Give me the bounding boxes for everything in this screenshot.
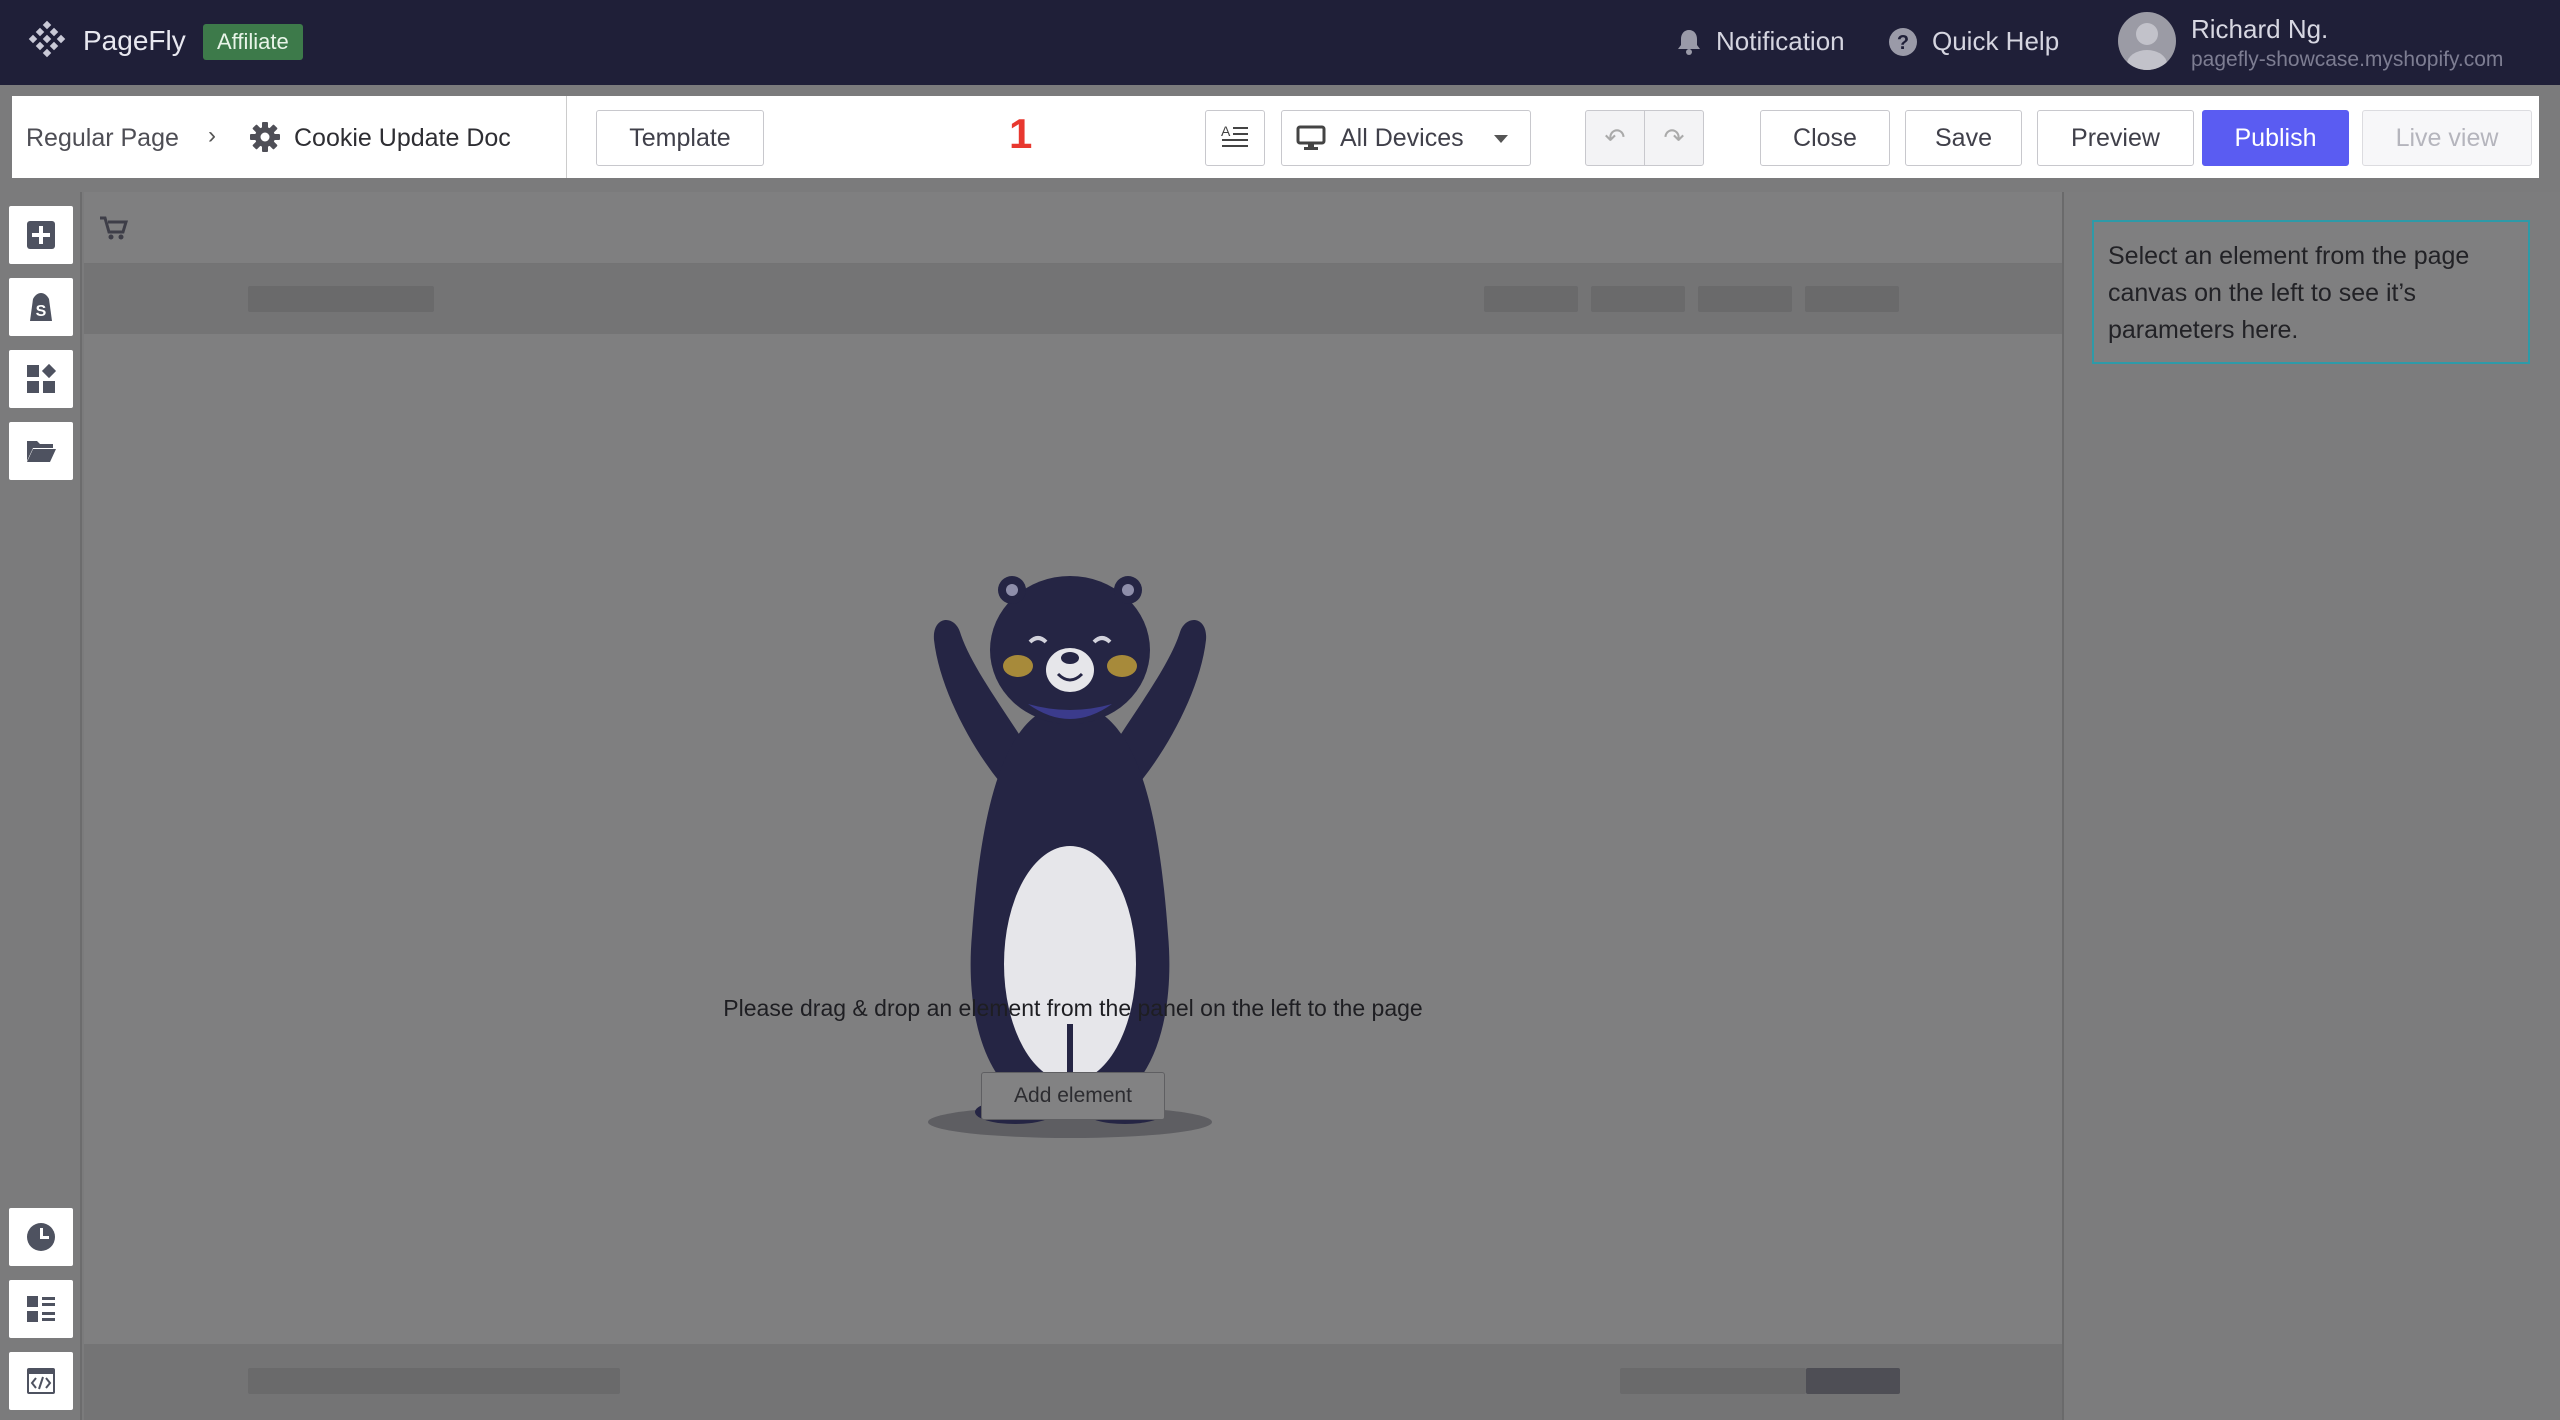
theme-header-placeholder	[84, 264, 2062, 334]
editor-toolbar: Regular Page › Cookie Update Doc Templat…	[12, 96, 2539, 178]
sidebar-item-add-element[interactable]	[9, 206, 73, 264]
close-button[interactable]: Close	[1760, 110, 1890, 166]
svg-text:S: S	[36, 303, 47, 320]
header-logo-placeholder	[248, 286, 434, 312]
publish-button[interactable]: Publish	[2202, 110, 2349, 166]
pagefly-logo-icon[interactable]	[26, 20, 68, 62]
canvas-top-strip	[84, 192, 2062, 264]
history-icon	[27, 1223, 55, 1251]
text-editor-button[interactable]: A	[1205, 110, 1265, 166]
add-element-icon	[27, 221, 55, 249]
text-format-icon: A	[1221, 123, 1248, 147]
sidebar-item-outline[interactable]	[9, 1280, 73, 1338]
breadcrumb-divider	[566, 96, 567, 178]
header-menu-placeholder	[1591, 286, 1685, 312]
widgets-icon	[27, 363, 57, 393]
bear-mascot-illustration	[928, 576, 1212, 1138]
top-navigation-bar: PageFly Affiliate Notification ? Quick H…	[0, 0, 2560, 85]
page-canvas[interactable]: Please drag & drop an element from the p…	[84, 192, 2062, 1420]
breadcrumb-page-name[interactable]: Cookie Update Doc	[294, 124, 511, 153]
left-sidebar: 2 S 3 4 5 6	[0, 192, 125, 1420]
annotation-marker-1: 1	[1009, 110, 1033, 157]
header-menu-placeholder	[1805, 286, 1899, 312]
notification-button[interactable]: Notification	[1676, 26, 1845, 57]
outline-icon	[27, 1296, 55, 1322]
footer-button-placeholder	[1806, 1368, 1900, 1394]
monitor-icon	[1296, 125, 1326, 150]
user-name[interactable]: Richard Ng.	[2191, 14, 2328, 45]
add-element-button[interactable]: Add element	[981, 1072, 1165, 1120]
sidebar-item-history[interactable]	[9, 1208, 73, 1266]
gear-icon[interactable]	[248, 120, 282, 154]
user-shop-domain: pagefly-showcase.myshopify.com	[2191, 48, 2504, 71]
user-avatar-icon	[2127, 23, 2167, 70]
sidebar-item-widgets[interactable]	[9, 350, 73, 408]
theme-footer-placeholder	[84, 1344, 2062, 1420]
brand-name: PageFly	[83, 25, 186, 56]
shopify-icon: S	[30, 293, 52, 321]
sidebar-item-pages[interactable]	[9, 422, 73, 480]
properties-panel: Select an element from the page canvas o…	[2062, 192, 2560, 1420]
notification-label: Notification	[1716, 26, 1845, 56]
sidebar-item-custom-code[interactable]	[9, 1352, 73, 1410]
sidebar-item-shopify[interactable]: S	[9, 278, 73, 336]
footer-links-placeholder	[1620, 1368, 1806, 1394]
svg-text:?: ?	[1897, 32, 1909, 54]
bell-icon	[1678, 29, 1700, 55]
header-menu-placeholder	[1484, 286, 1578, 312]
breadcrumb-page-type[interactable]: Regular Page	[26, 124, 179, 153]
svg-text:A: A	[1221, 123, 1231, 139]
redo-button[interactable]: ↷	[1644, 110, 1704, 166]
properties-empty-info: Select an element from the page canvas o…	[2092, 220, 2530, 364]
empty-canvas-message: Please drag & drop an element from the p…	[723, 995, 1423, 1021]
affiliate-badge[interactable]: Affiliate	[203, 24, 303, 60]
undo-button[interactable]: ↶	[1585, 110, 1645, 166]
quick-help-button[interactable]: ? Quick Help	[1888, 26, 2059, 57]
quick-help-label: Quick Help	[1932, 26, 2060, 56]
question-icon: ?	[1889, 27, 1917, 56]
save-button[interactable]: Save	[1905, 110, 2022, 166]
template-button[interactable]: Template	[596, 110, 764, 166]
chevron-right-icon: ›	[208, 122, 216, 149]
footer-text-placeholder	[248, 1368, 620, 1394]
custom-code-icon	[27, 1368, 55, 1394]
preview-button[interactable]: Preview	[2037, 110, 2194, 166]
shopify-cart-icon	[100, 216, 129, 240]
live-view-button[interactable]: Live view	[2362, 110, 2532, 166]
device-select[interactable]: All Devices	[1281, 110, 1531, 166]
device-select-label: All Devices	[1340, 124, 1464, 152]
folder-icon	[27, 441, 56, 462]
header-menu-placeholder	[1698, 286, 1792, 312]
user-avatar[interactable]	[2118, 12, 2176, 70]
caret-down-icon	[1494, 135, 1508, 143]
